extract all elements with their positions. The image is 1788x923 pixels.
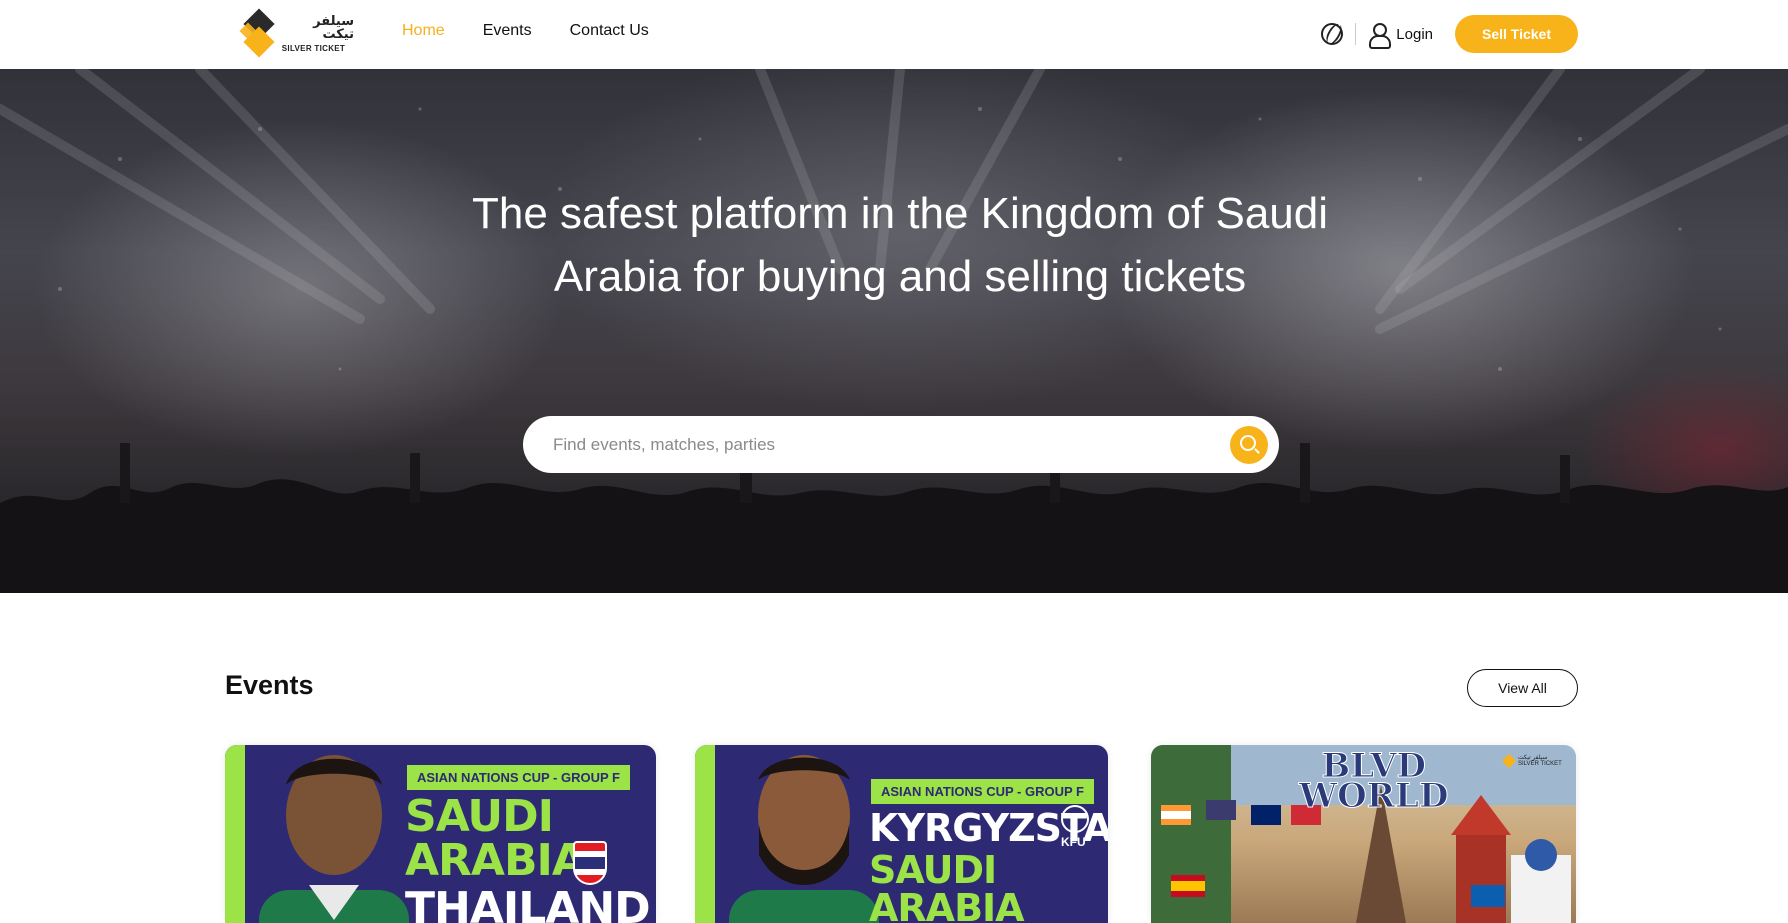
logo-english-text: SILVER TICKET	[281, 44, 346, 53]
divider	[1355, 23, 1357, 45]
top-navbar: سيلفر تيكت SILVER TICKET Home Events Con…	[0, 0, 1788, 69]
search-button[interactable]	[1230, 426, 1268, 464]
hero-banner: The safest platform in the Kingdom of Sa…	[0, 69, 1788, 593]
hero-title: The safest platform in the Kingdom of Sa…	[471, 189, 1329, 301]
card-brand-logo: سيلفر تيكت SILVER TICKET	[1501, 751, 1564, 771]
brand-logo[interactable]: سيلفر تيكت SILVER TICKET	[239, 8, 354, 58]
team-two: SAUDI ARABIA	[869, 848, 1025, 923]
search-bar	[523, 416, 1279, 473]
event-title: BLVD WORLD	[1298, 746, 1449, 816]
event-card[interactable]: BLVD WORLD سيلفر تيكت SILVER TICKET	[1151, 745, 1576, 923]
nav-actions: Login Sell Ticket	[1321, 15, 1578, 53]
search-input[interactable]	[553, 416, 1193, 473]
nav-item-events[interactable]: Events	[483, 22, 532, 40]
login-link[interactable]: Login	[1396, 26, 1433, 43]
sell-ticket-button[interactable]: Sell Ticket	[1455, 15, 1578, 53]
logo-mark-icon	[239, 8, 276, 58]
nav-item-contact-us[interactable]: Contact Us	[570, 22, 649, 40]
team-one: SAUDI ARABIA	[405, 791, 586, 886]
logo-arabic-text: سيلفر تيكت	[313, 14, 354, 42]
event-badge: ASIAN NATIONS CUP - GROUP F	[871, 779, 1094, 804]
nav-item-home[interactable]: Home	[402, 22, 445, 40]
events-section-title: Events	[225, 670, 314, 700]
user-icon[interactable]	[1368, 23, 1392, 49]
kfu-logo-icon	[1061, 805, 1089, 833]
kfu-label: KFU	[1061, 835, 1086, 849]
event-badge: ASIAN NATIONS CUP - GROUP F	[407, 765, 630, 790]
event-teams: SAUDI ARABIA THAILAND	[405, 795, 656, 923]
player-image	[259, 755, 409, 923]
event-card[interactable]: ASIAN NATIONS CUP - GROUP F KYRGYZSTAN S…	[695, 745, 1108, 923]
team-two: THAILAND	[405, 883, 651, 923]
main-menu: Home Events Contact Us	[402, 22, 649, 40]
view-all-button[interactable]: View All	[1467, 669, 1578, 707]
event-card[interactable]: ASIAN NATIONS CUP - GROUP F SAUDI ARABIA…	[225, 745, 656, 923]
thailand-crest-icon	[573, 841, 607, 885]
globe-icon[interactable]	[1321, 23, 1344, 45]
player-image	[729, 755, 879, 923]
